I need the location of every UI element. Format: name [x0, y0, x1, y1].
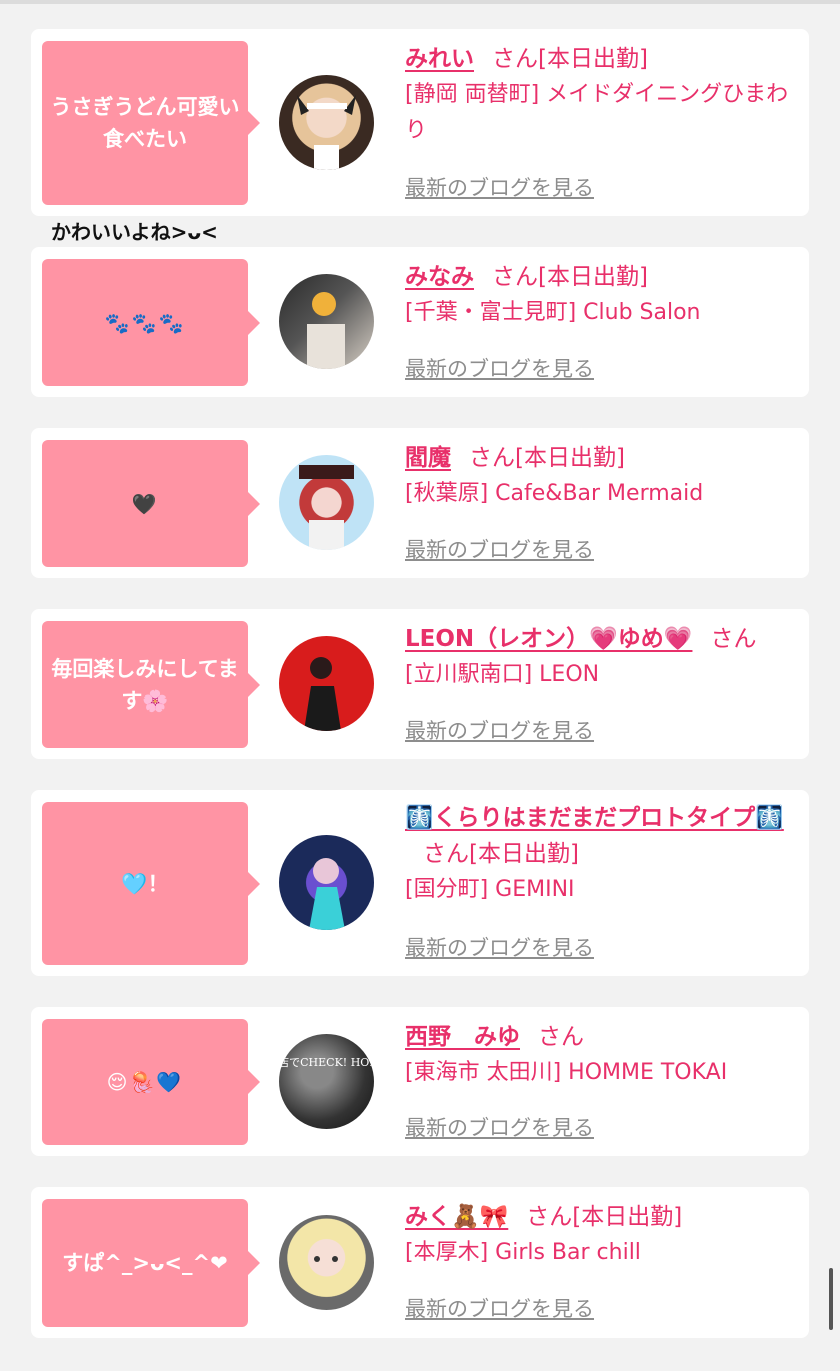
avatar-image	[297, 95, 356, 170]
blog-link[interactable]: 最新のブログを見る	[405, 353, 594, 383]
avatar[interactable]	[279, 274, 374, 369]
avatar[interactable]	[279, 1215, 374, 1310]
comment-text: 😌🪼💙	[106, 1070, 184, 1094]
shop-info[interactable]: [秋葉原] Cafe&Bar Mermaid	[405, 476, 795, 512]
avatar-image	[304, 657, 341, 731]
shop-info[interactable]: [立川駅南口] LEON	[405, 657, 795, 693]
cast-card: すぱ^_>ᴗ<_^❤ みく🧸🎀 さん[本日出勤] [本厚木] Girls Bar …	[31, 1187, 809, 1338]
avatar[interactable]: 顔出しNG お店でCHECK! HOMME TOKAI	[279, 1034, 374, 1129]
avatar[interactable]	[279, 75, 374, 170]
cast-name-link[interactable]: 西野 みゆ	[405, 1024, 520, 1050]
comment-bubble: すぱ^_>ᴗ<_^❤	[42, 1199, 260, 1327]
cast-name-link[interactable]: LEON（レオン）💗ゆめ💗	[405, 626, 692, 652]
comment-text: 毎回楽しみにしてます🌸	[51, 656, 239, 713]
blog-link[interactable]: 最新のブログを見る	[405, 534, 594, 564]
cast-suffix: さん[本日出勤]	[526, 1204, 683, 1230]
shop-info[interactable]: [静岡 両替町] メイドダイニングひまわり	[405, 77, 795, 149]
comment-bubble: 🐾🐾🐾	[42, 259, 260, 386]
cast-name-link[interactable]: 閻魔	[405, 445, 451, 471]
extra-comment: かわいいよね>ᴗ<	[51, 220, 218, 244]
comment-bubble: 😌🪼💙	[42, 1019, 260, 1145]
blog-link[interactable]: 最新のブログを見る	[405, 1293, 594, 1323]
cast-suffix: さん	[710, 626, 757, 652]
cast-name-link[interactable]: みなみ	[405, 264, 474, 290]
comment-bubble: 🖤	[42, 440, 260, 567]
cast-name-link[interactable]: 🩻くらりはまだまだプロトタイプ🩻	[405, 805, 784, 831]
blog-link[interactable]: 最新のブログを見る	[405, 715, 594, 745]
cast-suffix: さん[本日出勤]	[423, 841, 579, 867]
comment-text: 🖤	[131, 491, 159, 516]
comment-text: 🐾🐾🐾	[104, 310, 186, 335]
comment-bubble: 🩵！	[42, 802, 260, 965]
cast-card: 🖤 閻魔 さん[本日出勤] [秋葉原] Cafe&Bar Mermaid 最新のブ…	[31, 428, 809, 578]
top-divider	[0, 0, 840, 4]
avatar-image	[309, 858, 345, 930]
comment-text: すぱ^_>ᴗ<_^❤	[62, 1251, 228, 1275]
comment-text: うさぎうどん可愛い食べたい	[50, 95, 240, 151]
cast-suffix: さん[本日出勤]	[492, 264, 648, 290]
cast-card: 🐾🐾🐾 みなみ さん[本日出勤] [千葉・富士見町] Club Salon 最新の…	[31, 247, 809, 397]
blog-link[interactable]: 最新のブログを見る	[405, 932, 594, 962]
cast-name-link[interactable]: みく🧸🎀	[405, 1204, 508, 1230]
cast-card: 毎回楽しみにしてます🌸 LEON（レオン）💗ゆめ💗 さん [立川駅南口] LEON…	[31, 609, 809, 759]
avatar-image	[307, 292, 345, 369]
avatar[interactable]	[279, 835, 374, 930]
cast-name-link[interactable]: みれい	[405, 46, 474, 72]
shop-info[interactable]: [本厚木] Girls Bar chill	[405, 1235, 795, 1271]
comment-bubble: 毎回楽しみにしてます🌸	[42, 621, 260, 748]
cast-card: うさぎうどん可愛い食べたい みれい さん[本日出勤] [静岡 両替町] メイドダイ…	[31, 29, 809, 216]
cast-card: 🩵！ 🩻くらりはまだまだプロトタイプ🩻 さん[本日出勤] [国分町] GEMINI…	[31, 790, 809, 976]
avatar-image	[314, 1256, 338, 1262]
blog-link[interactable]: 最新のブログを見る	[405, 172, 594, 202]
cast-suffix: さん	[538, 1024, 584, 1050]
comment-text: 🩵！	[121, 871, 169, 896]
scrollbar-thumb[interactable]	[829, 1268, 833, 1330]
cast-suffix: さん[本日出勤]	[469, 445, 625, 471]
avatar[interactable]	[279, 636, 374, 731]
shop-info[interactable]: [東海市 太田川] HOMME TOKAI	[405, 1055, 795, 1091]
shop-info[interactable]: [国分町] GEMINI	[405, 872, 795, 908]
comment-bubble: うさぎうどん可愛い食べたい	[42, 41, 260, 205]
shop-info[interactable]: [千葉・富士見町] Club Salon	[405, 295, 795, 331]
avatar-image	[299, 465, 354, 550]
avatar-text: 顔出しNG お店でCHECK! HOMME TOKAI	[279, 1055, 374, 1069]
blog-link[interactable]: 最新のブログを見る	[405, 1112, 594, 1142]
cast-suffix: さん[本日出勤]	[492, 46, 648, 72]
cast-card: 😌🪼💙 顔出しNG お店でCHECK! HOMME TOKAI 西野 みゆさん …	[31, 1007, 809, 1156]
avatar-image: 顔出しNG お店でCHECK! HOMME TOKAI	[279, 1055, 374, 1069]
avatar[interactable]	[279, 455, 374, 550]
